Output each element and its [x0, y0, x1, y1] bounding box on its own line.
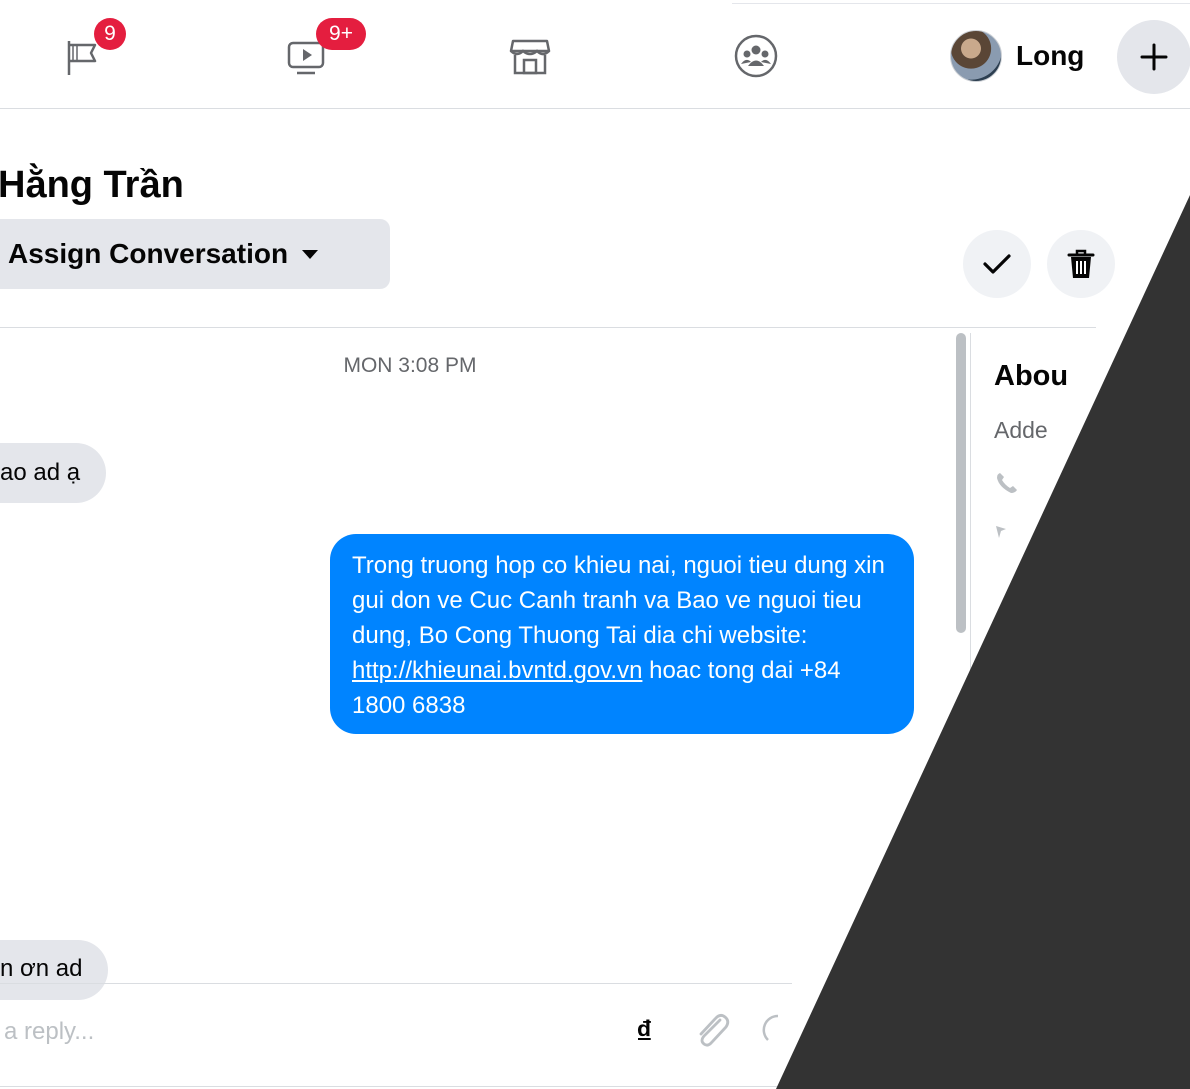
- reply-input[interactable]: [0, 1010, 580, 1054]
- watch-notification-badge: 9+: [316, 18, 366, 50]
- contact-name: Hằng Trần: [0, 164, 184, 206]
- complaint-website-link[interactable]: http://khieunai.bvntd.gov.vn: [352, 657, 642, 684]
- about-added-text: Adde: [994, 417, 1048, 443]
- outgoing-message: Trong truong hop co khieu nai, nguoi tie…: [330, 534, 914, 734]
- checkmark-icon: [983, 254, 1011, 274]
- topbar-hairline: [732, 3, 1190, 4]
- profile-name: Long: [1016, 40, 1085, 71]
- plus-icon: [1140, 43, 1168, 71]
- pages-notification-badge: 9: [94, 18, 126, 50]
- assign-conversation-button[interactable]: Assign Conversation: [0, 219, 390, 289]
- incoming-message: n ơn ad: [0, 940, 109, 1000]
- nav-marketplace-button[interactable]: [502, 28, 558, 84]
- about-title: Abou: [994, 360, 1069, 392]
- mark-done-button[interactable]: [963, 230, 1031, 298]
- panel-divider: [970, 333, 971, 1033]
- paperclip-icon[interactable]: [690, 1008, 736, 1054]
- currency-icon[interactable]: ₫: [636, 1010, 652, 1054]
- assign-conversation-label: Assign Conversation: [8, 238, 289, 269]
- avatar: [950, 30, 1002, 82]
- phone-icon: [997, 473, 1017, 493]
- message-timestamp: MON 3:08 PM: [343, 354, 477, 377]
- inbox-page: 9 9+ Long Hằng Trần Assign Conversation …: [0, 0, 1190, 1089]
- top-navigation-bar: 9 9+ Long: [0, 0, 1190, 109]
- location-icon: [996, 526, 1006, 538]
- composer-divider: [0, 983, 792, 984]
- create-button[interactable]: [1117, 20, 1190, 94]
- store-icon: [509, 39, 551, 75]
- thread-scrollbar[interactable]: [956, 333, 966, 633]
- nav-groups-button[interactable]: [728, 28, 784, 84]
- composer-bottom-border: [0, 1086, 792, 1087]
- outgoing-text: Trong truong hop co khieu nai, nguoi tie…: [352, 552, 885, 649]
- incoming-message: ao ad ạ: [0, 443, 107, 503]
- groups-icon: [734, 34, 778, 78]
- caret-down-icon: [302, 249, 319, 259]
- profile-button[interactable]: Long: [950, 30, 1084, 82]
- delete-conversation-button[interactable]: [1047, 230, 1115, 298]
- emoji-icon[interactable]: [758, 1010, 798, 1050]
- trash-icon: [1067, 249, 1095, 278]
- header-divider: [0, 327, 1096, 328]
